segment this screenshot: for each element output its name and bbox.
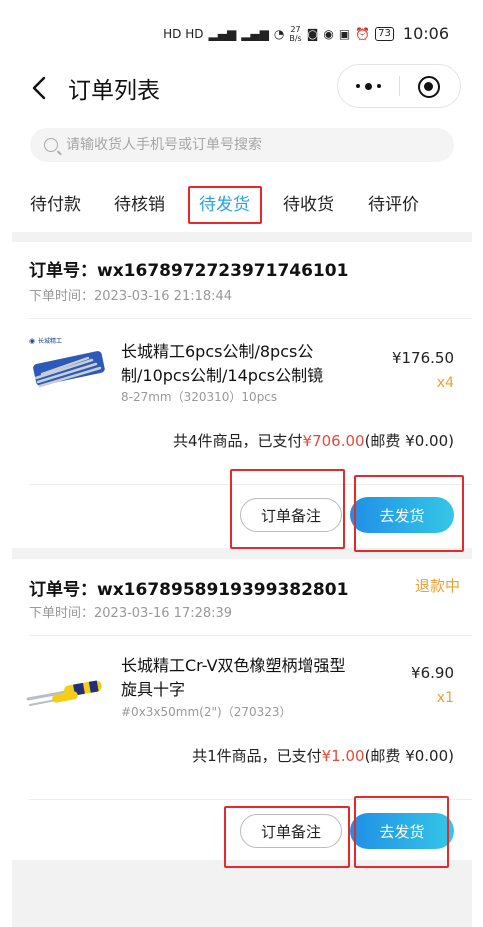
order-time: 下单时间：2023-03-16 21:18:44 — [29, 289, 233, 304]
ship-button[interactable]: 去发货 — [350, 813, 454, 849]
section-gap — [12, 232, 472, 242]
ship-button[interactable]: 去发货 — [350, 497, 454, 533]
divider — [29, 484, 472, 485]
summary-text: 共1件商品，已支付 — [192, 747, 322, 765]
order-note-button[interactable]: 订单备注 — [240, 498, 342, 532]
product-quantity: x1 — [436, 690, 454, 706]
list-bottom-area — [12, 860, 472, 927]
order-note-button[interactable]: 订单备注 — [240, 814, 342, 848]
hd-icon: HD HD — [163, 26, 204, 41]
paid-amount: ¥1.00 — [321, 747, 365, 765]
product-thumbnail-screwdriver[interactable] — [26, 659, 106, 719]
order-number: 订单号：wx1678958919399382801 — [29, 580, 349, 600]
alarm-icon: ⏰ — [355, 26, 371, 41]
order-card: 订单号：wx1678958919399382801 退款中 下单时间：2023-… — [12, 559, 472, 860]
paid-amount: ¥706.00 — [302, 432, 365, 450]
product-price: ¥6.90 — [411, 664, 454, 682]
search-input[interactable] — [66, 137, 426, 153]
divider — [29, 635, 472, 636]
tab-pending-verification[interactable]: 待核销 — [114, 190, 165, 215]
clock: 10:06 — [402, 24, 449, 43]
order-time: 下单时间：2023-03-16 17:28:39 — [29, 606, 233, 621]
eye-icon: ◉ — [323, 26, 334, 41]
product-price: ¥176.50 — [391, 349, 454, 367]
refund-status-badge: 退款中 — [414, 577, 460, 595]
tab-pending-payment[interactable]: 待付款 — [30, 190, 81, 215]
tab-highlight-box — [188, 186, 262, 224]
order-summary: 共4件商品，已支付¥706.00(邮费 ¥0.00) — [173, 430, 454, 451]
product-spec: 8-27mm（320310）10pcs — [121, 390, 278, 404]
section-gap — [12, 548, 472, 559]
app-notification-icon: ◙ — [306, 26, 319, 41]
status-icons: HD HD ▂▄▆ ▂▄▆ ◔ 27 B/s ◙ ◉ ▣ ⏰ 73 10:06 — [163, 24, 449, 43]
divider — [29, 318, 472, 319]
battery-icon: 73 — [375, 26, 394, 41]
back-icon[interactable] — [28, 74, 52, 102]
product-name[interactable]: 长城精工6pcs公制/8pcs公制/10pcs公制/14pcs公制镜抛… — [121, 340, 349, 388]
shipping-fee: (邮费 ¥0.00) — [364, 747, 454, 765]
product-thumbnail-wrench-set[interactable]: ◉ 长城精工 — [26, 334, 106, 394]
wifi-icon: ◔ — [273, 26, 285, 41]
search-icon — [44, 138, 58, 152]
header: 订单列表 — [0, 62, 483, 112]
search-bar[interactable] — [30, 128, 454, 162]
signal-4g-icon: ▂▄▆ — [241, 26, 269, 41]
product-spec: #0x3x50mm(2")（270323） — [121, 705, 292, 719]
summary-text: 共4件商品，已支付 — [173, 432, 303, 450]
status-bar: HD HD ▂▄▆ ▂▄▆ ◔ 27 B/s ◙ ◉ ▣ ⏰ 73 10:06 — [0, 0, 483, 70]
net-speed: 27 B/s — [289, 24, 302, 43]
nfc-icon: ▣ — [338, 26, 351, 41]
order-card: 订单号：wx1678972723971746101 下单时间：2023-03-1… — [12, 242, 472, 548]
svg-text:长城精工: 长城精工 — [38, 337, 62, 345]
tab-pending-review[interactable]: 待评价 — [368, 190, 419, 215]
divider — [29, 799, 472, 800]
order-summary: 共1件商品，已支付¥1.00(邮费 ¥0.00) — [192, 745, 454, 766]
shipping-fee: (邮费 ¥0.00) — [364, 432, 454, 450]
capsule-divider — [399, 76, 400, 96]
product-name[interactable]: 长城精工Cr-V双色橡塑柄增强型旋具十字 — [121, 654, 349, 702]
close-target-icon[interactable] — [418, 76, 440, 98]
svg-text:◉: ◉ — [29, 337, 35, 345]
order-number: 订单号：wx1678972723971746101 — [29, 261, 349, 281]
tab-pending-receipt[interactable]: 待收货 — [283, 190, 334, 215]
signal-5g-icon: ▂▄▆ — [208, 26, 237, 41]
product-quantity: x4 — [436, 375, 454, 391]
page-title: 订单列表 — [68, 78, 160, 104]
order-status-tabs: 待付款 待核销 待发货 待收货 待评价 — [0, 182, 483, 228]
mini-program-capsule — [337, 64, 461, 108]
more-menu-icon[interactable] — [338, 65, 398, 107]
